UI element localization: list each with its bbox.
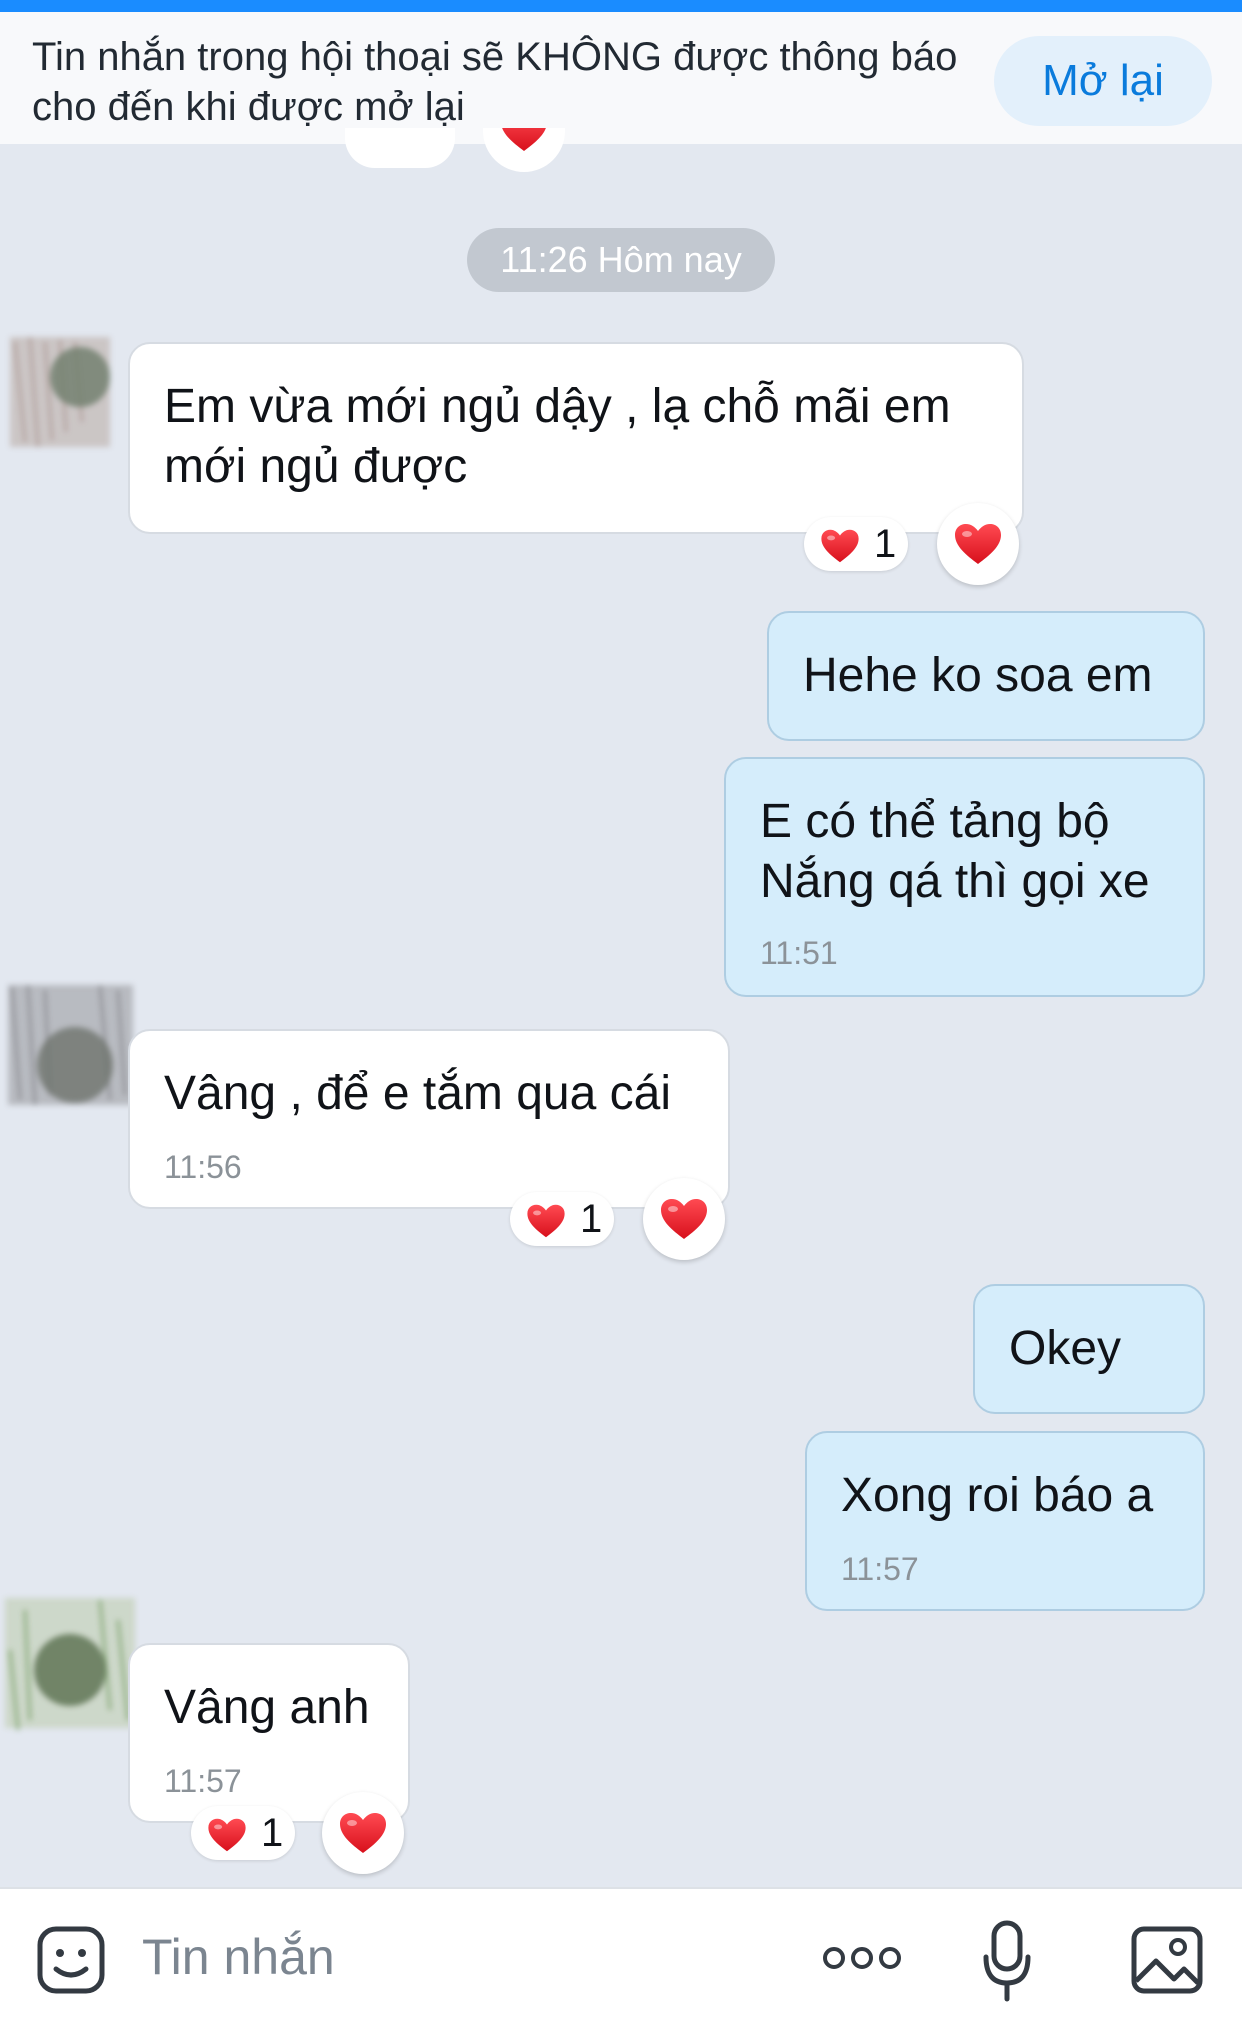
message-text-line: Okey: [1009, 1322, 1122, 1375]
message-time: 11:57: [841, 1551, 919, 1587]
heart-icon: [526, 1204, 566, 1238]
heart-icon: [207, 1818, 247, 1852]
message-bubble-outgoing[interactable]: Okey: [973, 1284, 1205, 1414]
mute-notice-banner: Tin nhắn trong hội thoại sẽ KHÔNG được t…: [0, 12, 1242, 144]
more-icon[interactable]: [820, 1941, 904, 1975]
message-bubble-incoming[interactable]: Vâng , để e tắm qua cái 11:56: [128, 1029, 730, 1209]
message-text-line: Hehe ko soa em: [803, 649, 1153, 702]
react-heart-button[interactable]: [937, 503, 1019, 585]
image-icon[interactable]: [1130, 1925, 1204, 1995]
avatar-image: [5, 1598, 135, 1731]
react-heart-button[interactable]: [643, 1178, 725, 1260]
heart-icon: [500, 128, 548, 152]
message-input-bar: Tin nhắn: [0, 1887, 1242, 2029]
message-text-line: Em vừa mới ngủ dậy , lạ chỗ mãi em: [164, 380, 951, 433]
heart-icon: [820, 529, 860, 563]
reaction-count-number: 1: [580, 1197, 603, 1241]
message-text-line: E có thể tảng bộ: [760, 795, 1110, 848]
message-text-line: Vâng , để e tắm qua cái: [164, 1067, 671, 1120]
previous-reaction-count: [345, 128, 455, 168]
avatar[interactable]: [0, 322, 140, 472]
message-bubble-outgoing[interactable]: E có thể tảng bộ Nắng qá thì gọi xe 11:5…: [724, 757, 1205, 997]
microphone-icon[interactable]: [982, 1919, 1032, 2003]
reaction-count-number: 1: [261, 1811, 284, 1855]
message-bubble-outgoing[interactable]: Xong roi báo a 11:57: [805, 1431, 1205, 1611]
heart-icon: [660, 1198, 708, 1240]
message-bubble-incoming[interactable]: Em vừa mới ngủ dậy , lạ chỗ mãi em mới n…: [128, 342, 1024, 534]
react-heart-button[interactable]: [322, 1792, 404, 1874]
reopen-notifications-button[interactable]: Mở lại: [994, 36, 1212, 126]
reaction-count[interactable]: 1: [510, 1192, 614, 1246]
heart-icon: [339, 1812, 387, 1854]
reaction-count-number: 1: [874, 522, 897, 566]
heart-icon: [954, 523, 1002, 565]
reaction-count[interactable]: 1: [191, 1806, 295, 1860]
avatar-image: [8, 984, 133, 1106]
message-text-line: mới ngủ được: [164, 440, 468, 493]
message-input[interactable]: Tin nhắn: [142, 1927, 335, 1987]
message-time: 11:57: [164, 1763, 242, 1799]
message-time: 11:56: [164, 1149, 242, 1185]
time-separator: 11:26 Hôm nay: [467, 228, 775, 292]
avatar[interactable]: [0, 975, 140, 1125]
message-text-line: Nắng qá thì gọi xe: [760, 855, 1150, 908]
message-bubble-outgoing[interactable]: Hehe ko soa em: [767, 611, 1205, 741]
message-text-line: Xong roi báo a: [841, 1469, 1154, 1522]
sticker-icon[interactable]: [36, 1925, 106, 1995]
previous-reaction-button[interactable]: [483, 128, 565, 172]
mute-notice-text: Tin nhắn trong hội thoại sẽ KHÔNG được t…: [32, 35, 958, 129]
reaction-count[interactable]: 1: [804, 517, 908, 571]
top-accent-bar: [0, 0, 1242, 12]
avatar[interactable]: [0, 1590, 140, 1740]
message-text-line: Vâng anh: [164, 1681, 370, 1734]
message-time: 11:51: [760, 935, 838, 971]
avatar-image: [10, 336, 110, 448]
